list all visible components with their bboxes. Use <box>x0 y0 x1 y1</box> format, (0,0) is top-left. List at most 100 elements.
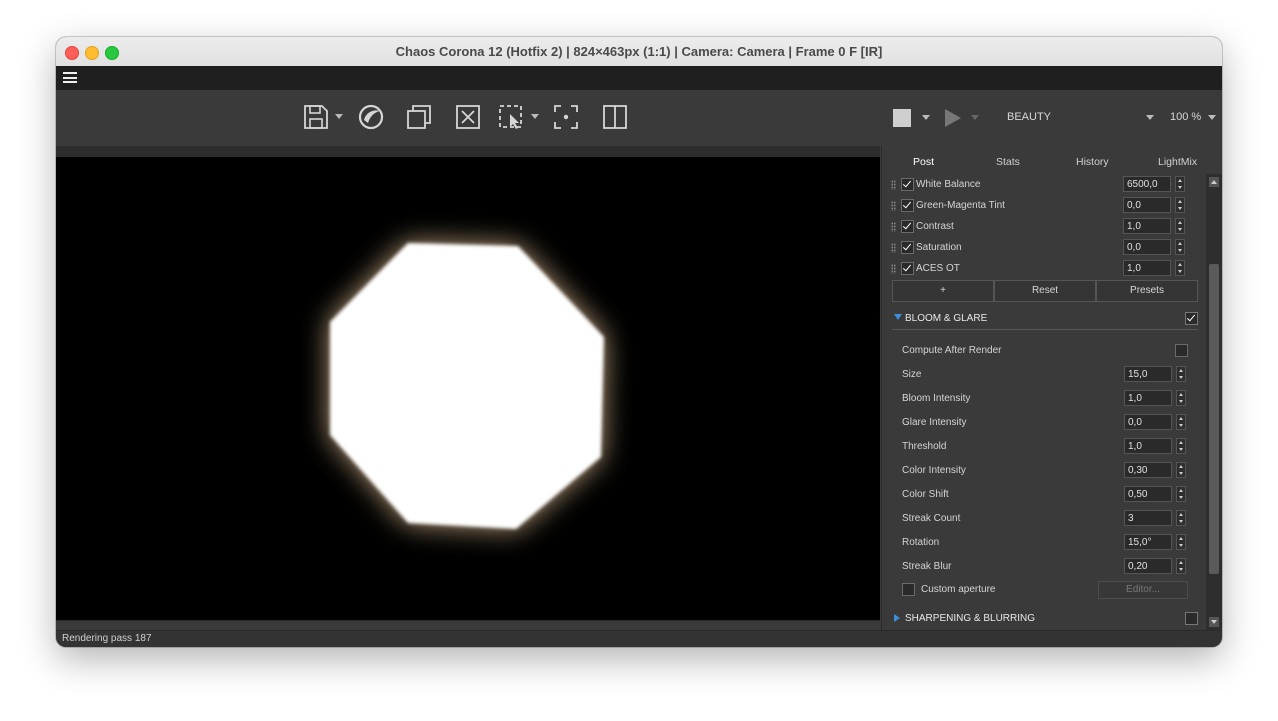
presets-button[interactable]: Presets <box>1096 280 1198 302</box>
add-operator-button[interactable]: + <box>892 280 994 302</box>
render-viewport[interactable] <box>56 146 880 621</box>
start-dropdown-caret <box>971 115 979 120</box>
post-op-row: Saturation 0,0 <box>882 238 1192 258</box>
bloom-param-input[interactable]: 15,0° <box>1124 534 1172 550</box>
compute-after-render-row: Compute After Render <box>892 341 1198 361</box>
bloom-param-spinner[interactable] <box>1176 390 1186 406</box>
bloom-param-row: Size 15,0 <box>892 365 1198 385</box>
clear-icon[interactable] <box>453 102 483 132</box>
copy-icon[interactable] <box>404 102 434 132</box>
render-pass-select[interactable]: BEAUTY <box>1007 111 1153 123</box>
bloom-param-input[interactable]: 0,20 <box>1124 558 1172 574</box>
compute-after-render-label: Compute After Render <box>902 345 1002 356</box>
bloom-param-spinner[interactable] <box>1176 510 1186 526</box>
bloom-param-spinner[interactable] <box>1176 486 1186 502</box>
bloom-glare-enable-checkbox[interactable] <box>1185 312 1198 325</box>
sharpening-enable-checkbox[interactable] <box>1185 612 1198 625</box>
bloom-param-label: Streak Blur <box>902 561 952 572</box>
bloom-param-label: Streak Count <box>902 513 961 524</box>
bloom-param-label: Size <box>902 369 922 380</box>
save-dropdown-caret[interactable] <box>335 114 343 119</box>
panel-scrollbar[interactable] <box>1206 174 1222 630</box>
stop-render-button[interactable] <box>893 109 911 127</box>
aperture-editor-button[interactable]: Editor... <box>1098 581 1188 599</box>
zoom-value: 100 % <box>1170 111 1202 123</box>
bloom-param-input[interactable]: 1,0 <box>1124 390 1172 406</box>
post-op-row: ACES OT 1,0 <box>882 259 1192 279</box>
drag-handle-icon[interactable] <box>891 222 896 232</box>
bloom-param-input[interactable]: 15,0 <box>1124 366 1172 382</box>
post-op-checkbox[interactable] <box>901 220 914 233</box>
render-canvas[interactable] <box>56 157 880 620</box>
split-view-icon[interactable] <box>600 102 630 132</box>
post-op-spinner[interactable] <box>1175 197 1185 213</box>
render-pass-value: BEAUTY <box>1007 111 1052 123</box>
start-render-button[interactable] <box>945 109 961 127</box>
post-op-checkbox[interactable] <box>901 262 914 275</box>
bloom-param-spinner[interactable] <box>1176 558 1186 574</box>
custom-aperture-checkbox[interactable] <box>902 583 915 596</box>
tab-history[interactable]: History <box>1076 156 1109 168</box>
region-dropdown-caret[interactable] <box>531 114 539 119</box>
post-op-spinner[interactable] <box>1175 260 1185 276</box>
bloom-param-label: Rotation <box>902 537 940 548</box>
expand-triangle-icon[interactable] <box>894 614 900 622</box>
bloom-param-input[interactable]: 0,30 <box>1124 462 1172 478</box>
collapse-triangle-icon[interactable] <box>894 314 902 320</box>
bloom-param-input[interactable]: 0,50 <box>1124 486 1172 502</box>
bloom-param-input[interactable]: 1,0 <box>1124 438 1172 454</box>
menu-bar <box>56 66 1222 90</box>
post-op-checkbox[interactable] <box>901 241 914 254</box>
scroll-down-arrow-icon[interactable] <box>1209 617 1219 627</box>
render-pass-caret[interactable] <box>1146 115 1154 120</box>
bloom-param-spinner[interactable] <box>1176 414 1186 430</box>
reset-button[interactable]: Reset <box>994 280 1096 302</box>
post-op-value-input[interactable]: 0,0 <box>1123 239 1171 255</box>
post-op-row: Green-Magenta Tint 0,0 <box>882 196 1192 216</box>
post-op-value-input[interactable]: 1,0 <box>1123 218 1171 234</box>
drag-handle-icon[interactable] <box>891 264 896 274</box>
bloom-param-spinner[interactable] <box>1176 366 1186 382</box>
bloom-param-spinner[interactable] <box>1176 534 1186 550</box>
tab-stats[interactable]: Stats <box>996 156 1020 168</box>
bloom-param-input[interactable]: 0,0 <box>1124 414 1172 430</box>
post-op-buttons: + Reset Presets <box>892 280 1198 302</box>
drag-handle-icon[interactable] <box>891 201 896 211</box>
bloom-param-spinner[interactable] <box>1176 462 1186 478</box>
bloom-param-label: Glare Intensity <box>902 417 967 428</box>
post-op-checkbox[interactable] <box>901 199 914 212</box>
stop-dropdown-caret[interactable] <box>922 115 930 120</box>
compute-after-render-checkbox[interactable] <box>1175 344 1188 357</box>
post-op-row: Contrast 1,0 <box>882 217 1192 237</box>
bloom-param-row: Bloom Intensity 1,0 <box>892 389 1198 409</box>
focus-point-icon[interactable] <box>551 102 581 132</box>
post-op-spinner[interactable] <box>1175 176 1185 192</box>
drag-handle-icon[interactable] <box>891 243 896 253</box>
custom-aperture-label: Custom aperture <box>921 584 996 595</box>
corona-logo-icon[interactable] <box>356 102 386 132</box>
zoom-caret[interactable] <box>1208 115 1216 120</box>
bloom-glare-header[interactable]: BLOOM & GLARE <box>892 309 1198 329</box>
bloom-param-row: Streak Count 3 <box>892 509 1198 529</box>
tab-post[interactable]: Post <box>913 156 934 168</box>
post-op-value-input[interactable]: 1,0 <box>1123 260 1171 276</box>
scrollbar-thumb[interactable] <box>1209 264 1219 574</box>
sharpening-blurring-header[interactable]: SHARPENING & BLURRING <box>892 609 1198 629</box>
save-icon[interactable] <box>301 102 331 132</box>
tab-lightmix[interactable]: LightMix <box>1158 156 1197 168</box>
bloom-param-input[interactable]: 3 <box>1124 510 1172 526</box>
post-panel: Post Stats History LightMix White Balanc… <box>881 146 1207 630</box>
post-op-spinner[interactable] <box>1175 239 1185 255</box>
scroll-up-arrow-icon[interactable] <box>1209 177 1219 187</box>
region-select-icon[interactable] <box>496 102 526 132</box>
drag-handle-icon[interactable] <box>891 180 896 190</box>
post-op-checkbox[interactable] <box>901 178 914 191</box>
bloom-param-spinner[interactable] <box>1176 438 1186 454</box>
post-op-row: White Balance 6500,0 <box>882 175 1192 195</box>
post-op-spinner[interactable] <box>1175 218 1185 234</box>
hamburger-menu-icon[interactable] <box>63 72 77 83</box>
bloom-param-row: Streak Blur 0,20 <box>892 557 1198 577</box>
post-op-value-input[interactable]: 6500,0 <box>1123 176 1171 192</box>
post-op-value-input[interactable]: 0,0 <box>1123 197 1171 213</box>
zoom-select[interactable]: 100 % <box>1170 111 1201 123</box>
